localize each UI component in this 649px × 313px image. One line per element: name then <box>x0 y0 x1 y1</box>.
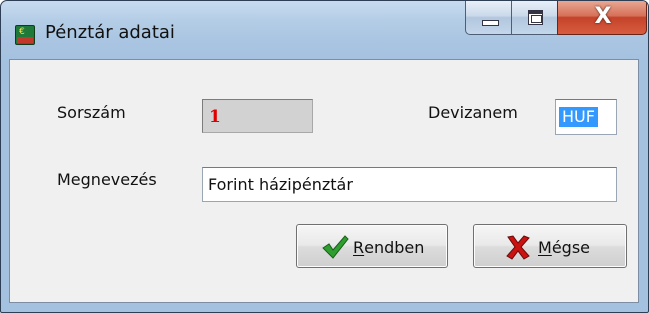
close-icon: X <box>594 4 612 29</box>
ok-button[interactable]: Rendben <box>296 224 448 268</box>
ok-button-label: Rendben <box>353 238 425 257</box>
sorszam-value: 1 <box>209 107 221 127</box>
minimize-button[interactable] <box>465 1 512 35</box>
window-title: Pénztár adatai <box>45 22 175 43</box>
cross-icon <box>506 235 530 260</box>
dialog-window: € Pénztár adatai X Sorszám 1 Devizanem H… <box>0 0 649 313</box>
sorszam-field: 1 <box>202 99 313 133</box>
minimize-icon <box>482 20 499 26</box>
maximize-icon <box>528 10 543 25</box>
dialog-content: Sorszám 1 Devizanem HUF Megnevezés Forin… <box>9 59 639 303</box>
cancel-button-label: Mégse <box>538 238 590 257</box>
megnevezes-value: Forint házipénztár <box>208 175 353 194</box>
checkmark-icon <box>322 235 349 259</box>
devizanem-label: Devizanem <box>428 103 518 122</box>
close-button[interactable]: X <box>557 1 647 35</box>
cash-register-app-icon[interactable]: € <box>15 25 35 45</box>
sorszam-label: Sorszám <box>57 103 126 122</box>
megnevezes-field[interactable]: Forint házipénztár <box>202 167 617 202</box>
maximize-button[interactable] <box>511 1 558 35</box>
title-bar[interactable]: € Pénztár adatai X <box>1 1 648 59</box>
cancel-button[interactable]: Mégse <box>473 224 627 268</box>
devizanem-value: HUF <box>559 107 598 127</box>
devizanem-field[interactable]: HUF <box>555 99 617 135</box>
megnevezes-label: Megnevezés <box>57 170 157 189</box>
